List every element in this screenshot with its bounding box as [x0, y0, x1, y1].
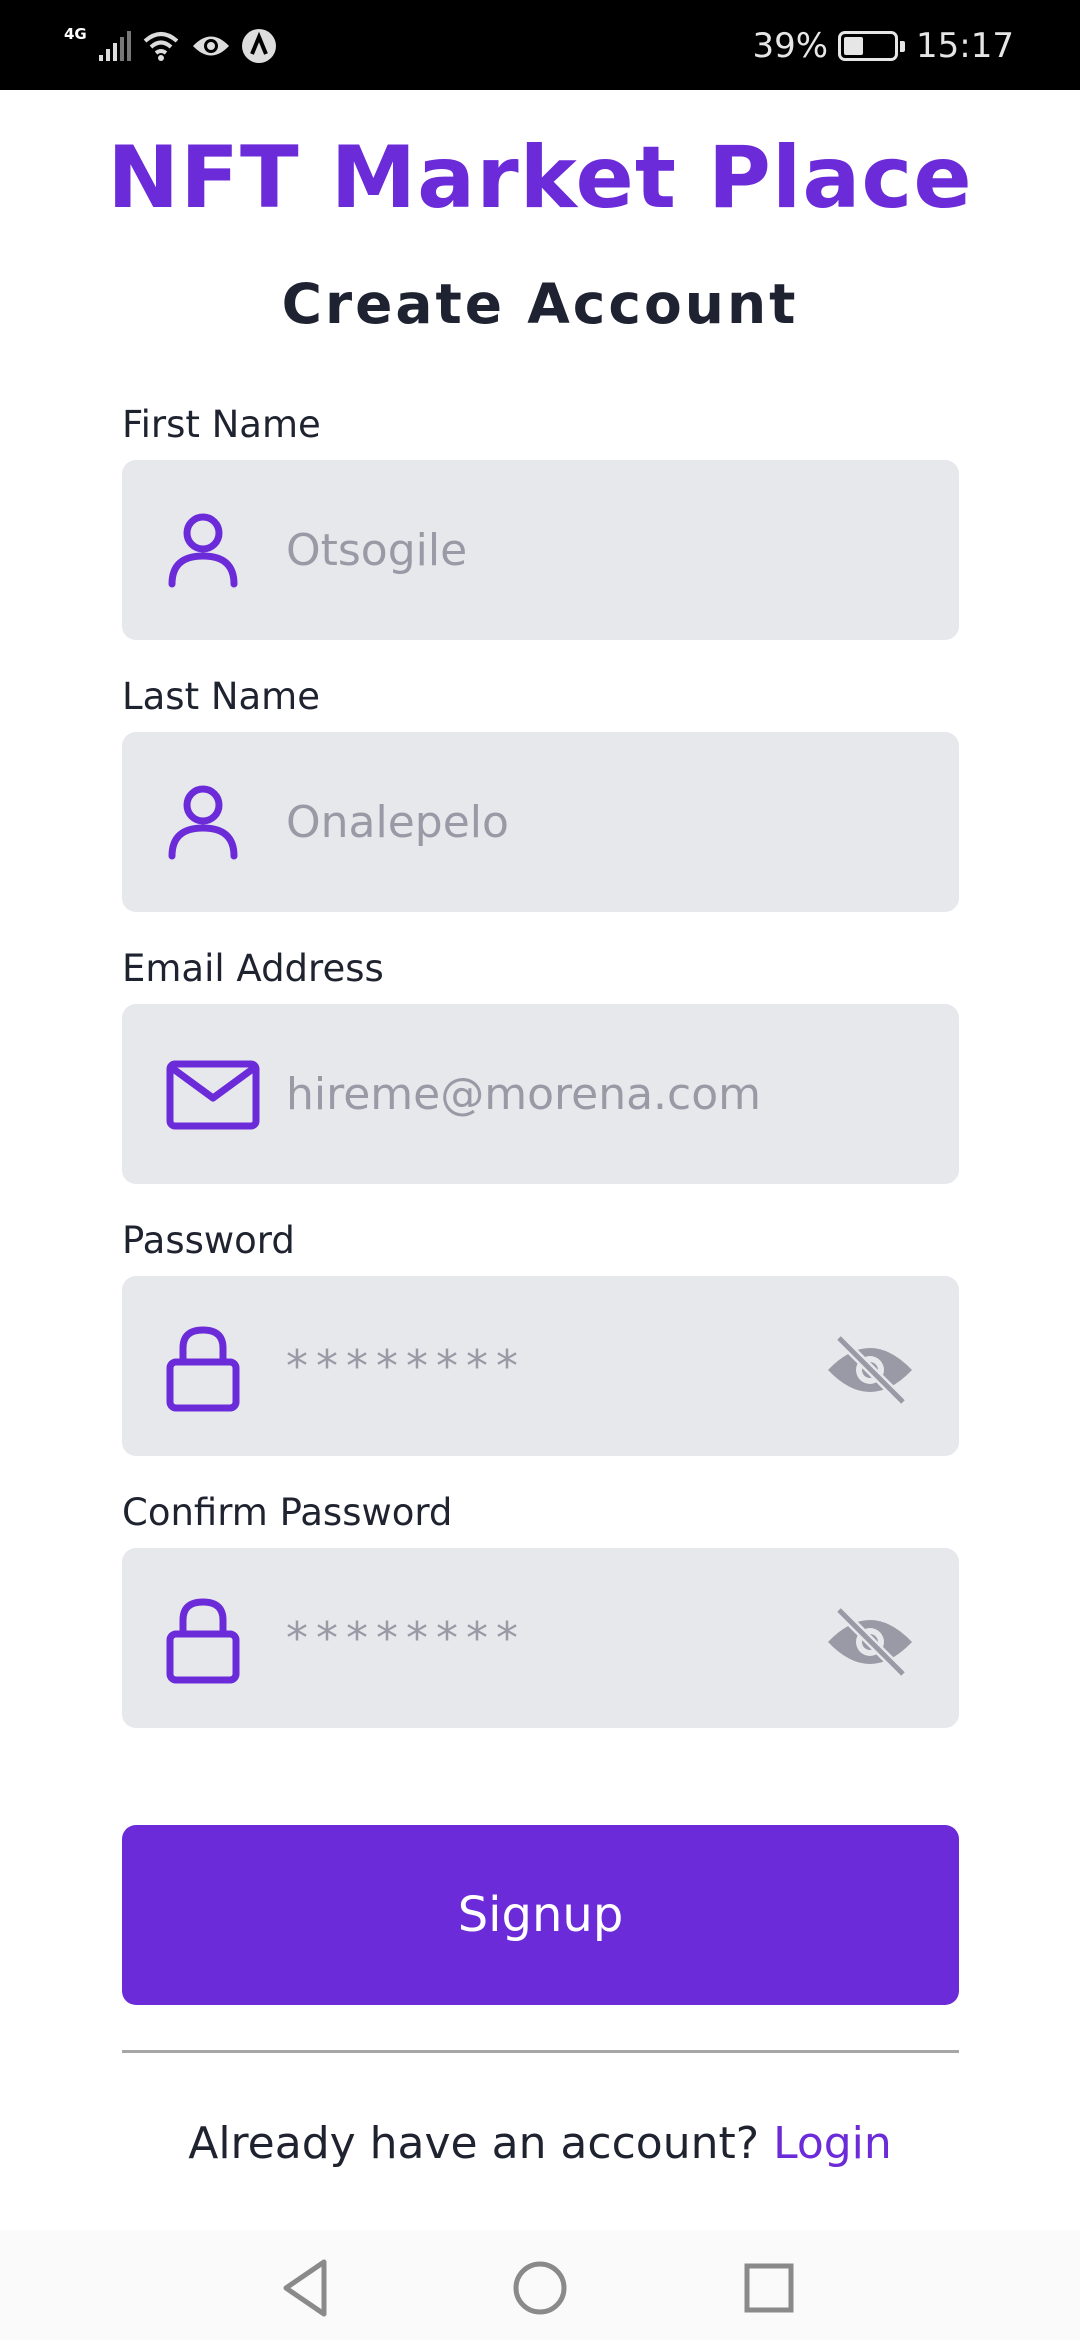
- password-field[interactable]: [122, 1276, 959, 1456]
- battery-percent: 39%: [752, 26, 829, 66]
- lock-icon: [166, 1598, 240, 1684]
- battery-icon: [838, 31, 906, 61]
- mail-icon: [166, 1060, 260, 1130]
- page-title: Create Account: [281, 272, 799, 336]
- login-prompt-row: Already have an account? Login: [0, 2118, 1080, 2169]
- app-title: NFT Market Place: [107, 128, 973, 228]
- signal-icon: [98, 31, 131, 61]
- network-type: 4G: [64, 25, 87, 43]
- email-input[interactable]: [286, 1044, 886, 1144]
- back-icon[interactable]: [268, 2248, 348, 2328]
- first-name-label: First Name: [122, 403, 321, 446]
- password-input[interactable]: [286, 1316, 886, 1416]
- recents-icon[interactable]: [729, 2248, 809, 2328]
- first-name-field[interactable]: [122, 460, 959, 640]
- eye-icon: [192, 36, 229, 56]
- lock-icon: [166, 1326, 240, 1412]
- clock: 15:17: [916, 26, 1014, 66]
- app-notification-icon: [241, 29, 276, 63]
- last-name-input[interactable]: [286, 772, 886, 872]
- status-bar: 4G 39% 15:17: [0, 0, 1080, 90]
- eye-off-icon[interactable]: [825, 1606, 915, 1678]
- login-prompt-text: Already have an account?: [188, 2118, 774, 2169]
- email-label: Email Address: [122, 947, 384, 990]
- user-icon: [168, 785, 238, 860]
- last-name-field[interactable]: [122, 732, 959, 912]
- last-name-label: Last Name: [122, 675, 320, 718]
- system-nav-bar: [0, 2230, 1080, 2340]
- status-icons-left: 4G: [64, 24, 277, 68]
- status-icons-right: 39% 15:17: [752, 22, 1014, 70]
- confirm-password-input[interactable]: [286, 1588, 886, 1688]
- confirm-password-field[interactable]: [122, 1548, 959, 1728]
- user-icon: [168, 513, 238, 588]
- login-link[interactable]: Login: [773, 2118, 892, 2169]
- wifi-icon: [143, 32, 179, 61]
- eye-off-icon[interactable]: [825, 1334, 915, 1406]
- divider: [122, 2050, 959, 2053]
- first-name-input[interactable]: [286, 500, 886, 600]
- email-field[interactable]: [122, 1004, 959, 1184]
- confirm-password-label: Confirm Password: [122, 1491, 453, 1534]
- signup-button[interactable]: Signup: [122, 1825, 959, 2005]
- home-icon[interactable]: [500, 2248, 580, 2328]
- password-label: Password: [122, 1219, 295, 1262]
